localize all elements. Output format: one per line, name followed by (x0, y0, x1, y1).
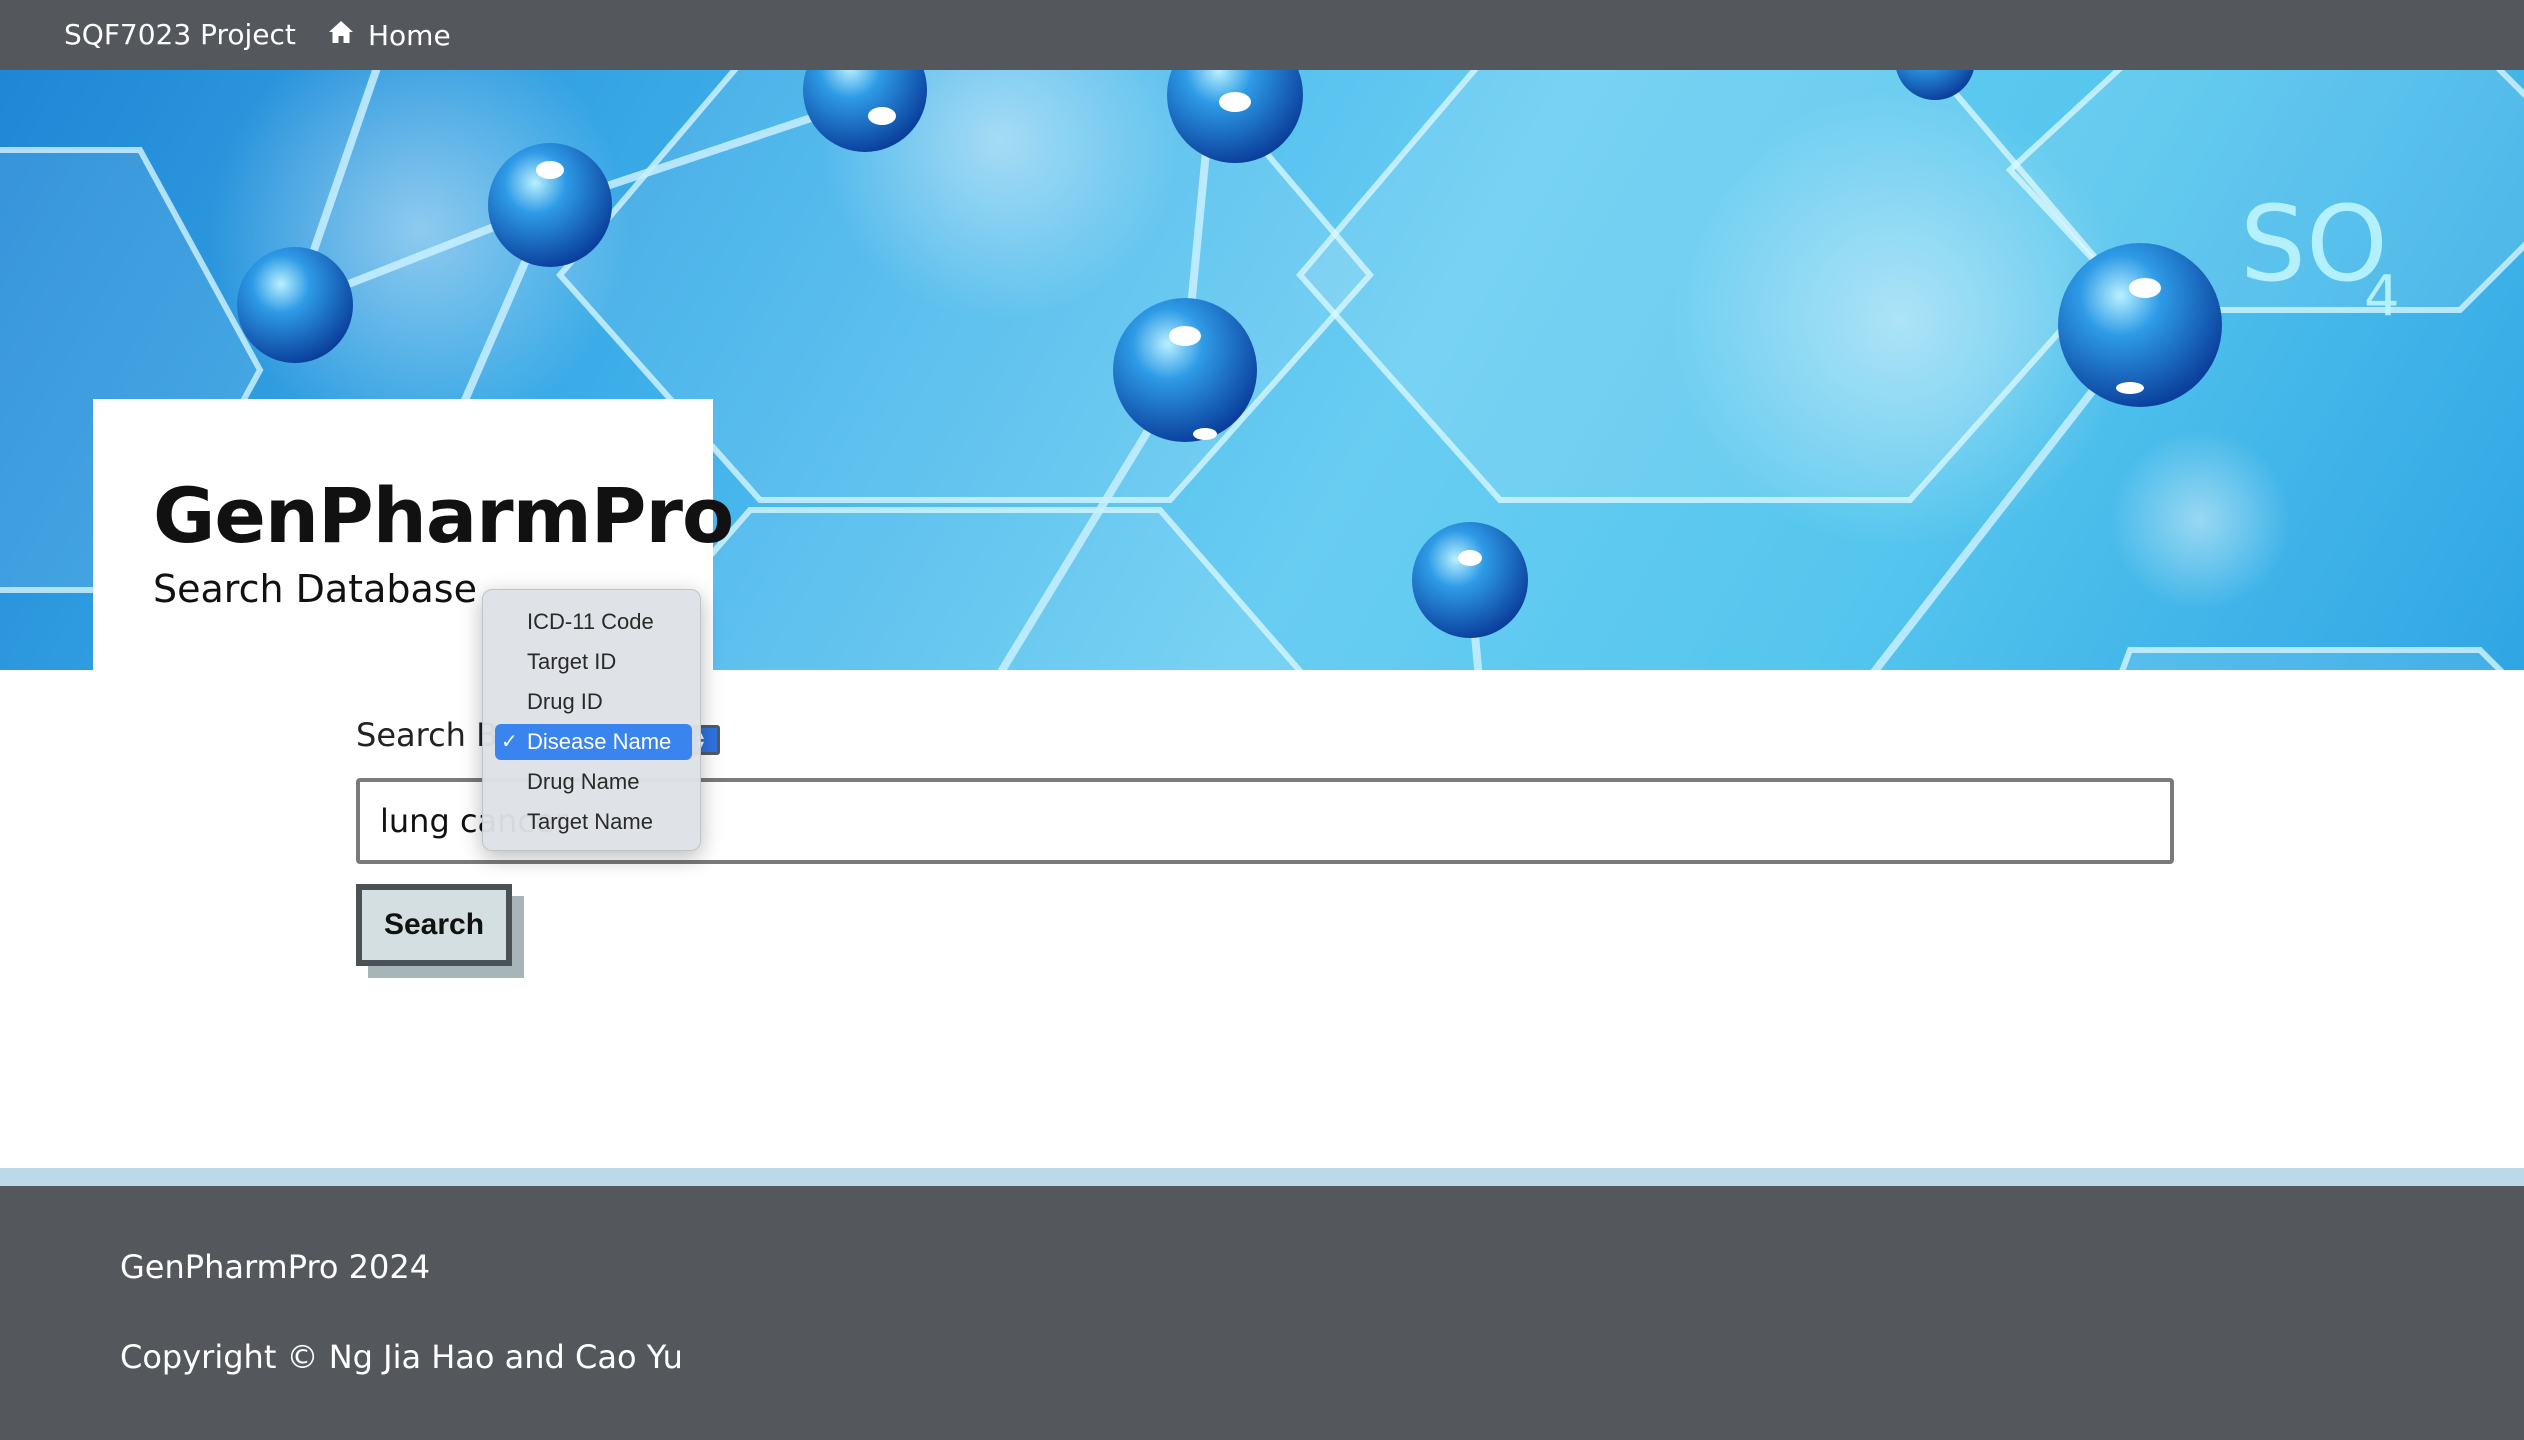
footer-divider (0, 1168, 2524, 1186)
checkmark-icon: ✓ (501, 731, 518, 753)
option-drug-name[interactable]: Drug Name (495, 764, 692, 800)
brand-link[interactable]: SQF7023 Project (64, 0, 296, 70)
so4-subscript: 4 (2364, 264, 2400, 329)
option-drug-id[interactable]: Drug ID (495, 684, 692, 720)
page-title: GenPharmPro (153, 471, 734, 560)
home-link[interactable]: Home (328, 0, 451, 70)
hero-banner: SO 4 GenPharmPro Search Database (0, 70, 2524, 670)
home-link-label: Home (368, 18, 451, 52)
footer-copyright: Copyright © Ng Jia Hao and Cao Yu (120, 1338, 683, 1376)
option-label: Drug Name (527, 769, 640, 794)
option-disease-name[interactable]: ✓ Disease Name (495, 724, 692, 760)
page-subtitle: Search Database (153, 567, 477, 611)
search-button[interactable]: Search (356, 884, 512, 966)
option-target-id[interactable]: Target ID (495, 644, 692, 680)
top-navbar: SQF7023 Project Home (0, 0, 2524, 70)
option-label: ICD-11 Code (527, 609, 654, 634)
footer-site-name: GenPharmPro 2024 (120, 1248, 431, 1286)
home-icon (329, 21, 353, 43)
option-icd11-code[interactable]: ICD-11 Code (495, 604, 692, 640)
option-label: Drug ID (527, 689, 603, 714)
option-target-name[interactable]: Target Name (495, 804, 692, 840)
option-label: Target Name (527, 809, 653, 834)
footer: GenPharmPro 2024 Copyright © Ng Jia Hao … (0, 1186, 2524, 1440)
option-label: Target ID (527, 649, 617, 674)
search-by-dropdown-menu: ICD-11 Code Target ID Drug ID ✓ Disease … (482, 589, 701, 851)
option-label: Disease Name (527, 729, 672, 754)
